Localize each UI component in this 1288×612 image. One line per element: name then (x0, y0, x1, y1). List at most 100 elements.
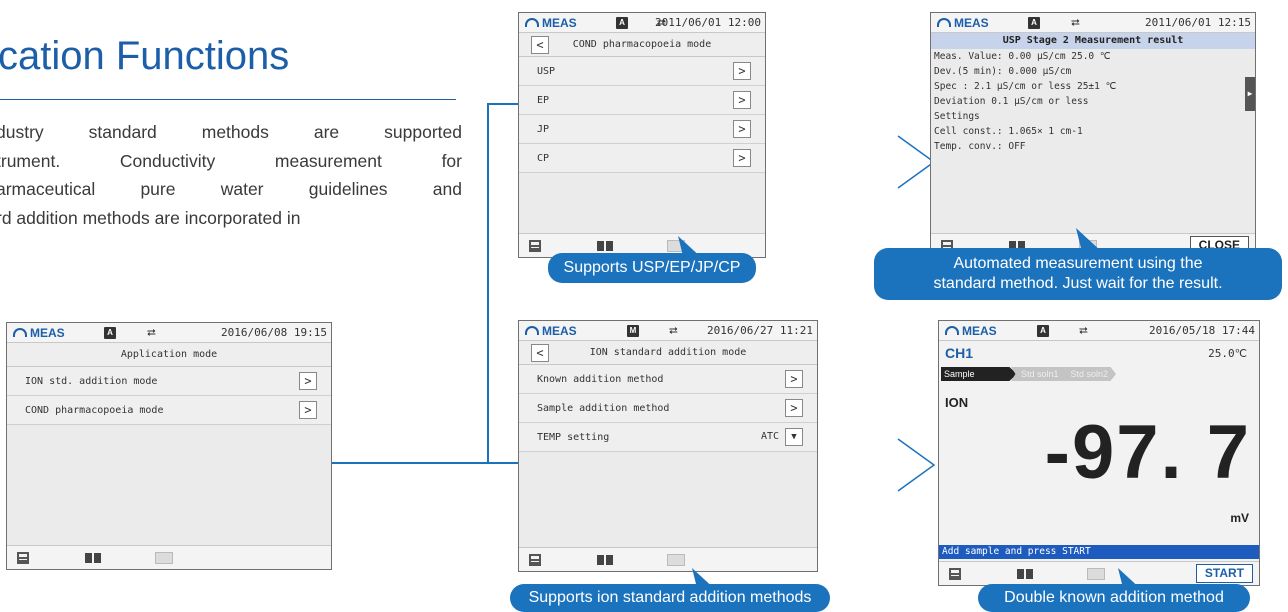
intro-paragraph: dustry standard methods are supported tr… (0, 118, 462, 232)
meas-indicator: MEAS (13, 326, 65, 340)
gauge-icon (525, 18, 539, 27)
screen-header: < ION standard addition mode (519, 341, 817, 365)
menu-item-cp[interactable]: CP > (519, 144, 765, 173)
datetime: 2016/06/27 11:21 (707, 324, 813, 337)
result-line-settings: Settings (934, 111, 980, 122)
callout-line: standard method. Just wait for the resul… (933, 275, 1223, 292)
menu-item-ep[interactable]: EP > (519, 86, 765, 115)
menu-item-label: ION std. addition mode (25, 375, 158, 387)
menu-item-temp-setting[interactable]: TEMP setting ATC ▼ (519, 423, 817, 452)
result-line-spec-deviation: Deviation 0.1 µS/cm or less (934, 96, 1089, 107)
measurement-value: -97. 7 (1044, 410, 1251, 495)
menu-item-label: EP (537, 94, 550, 106)
menu-item-sample-addition[interactable]: Sample addition method > (519, 394, 817, 423)
status-bar: MEAS A ⮂ 2011/06/01 12:15 (931, 13, 1255, 33)
list-icon[interactable] (529, 554, 541, 566)
menu-item-known-addition[interactable]: Known addition method > (519, 365, 817, 394)
cond-pharmacopoeia-screen: MEAS A ⮂ 2011/06/01 12:00 < COND pharmac… (518, 12, 766, 258)
datetime: 2016/05/18 17:44 (1149, 324, 1255, 337)
chevron-right-icon (897, 438, 936, 492)
status-bar: MEAS A ⮂ 2016/06/08 19:15 (7, 323, 331, 343)
dropdown-button[interactable]: ▼ (785, 428, 803, 446)
datetime: 2011/06/01 12:15 (1145, 16, 1251, 29)
arrow-button[interactable]: > (733, 149, 751, 167)
meas-label: MEAS (954, 15, 989, 30)
screen-header: < COND pharmacopoeia mode (519, 33, 765, 57)
bottom-bar: START (939, 561, 1259, 585)
callout-ion: Supports ion standard addition methods (510, 584, 830, 612)
menu-item-label: JP (537, 123, 550, 135)
result-line-spec: Spec : 2.1 µS/cm or less 25±1 ℃ (934, 81, 1117, 92)
list-icon[interactable] (529, 240, 541, 252)
intro-line: trument. Conductivity measurement for (0, 150, 462, 171)
step-sample: Sample (941, 367, 1017, 381)
menu-item-jp[interactable]: JP > (519, 115, 765, 144)
intro-line: armaceutical pure water guidelines and (0, 179, 462, 200)
gauge-icon (13, 328, 27, 337)
usb-icon: ⮂ (147, 326, 156, 339)
arrow-button[interactable]: > (785, 370, 803, 388)
menu-item-cond-pharmacopoeia[interactable]: COND pharmacopoeia mode > (7, 396, 331, 425)
lock-icon: A (616, 17, 628, 29)
disabled-icon (667, 554, 685, 566)
screen-header: Application mode (7, 343, 331, 367)
gauge-icon (525, 326, 539, 335)
menu-item-label: COND pharmacopoeia mode (25, 404, 164, 416)
header-label: ION standard addition mode (589, 347, 747, 358)
meas-indicator: MEAS (937, 16, 989, 30)
title-divider (0, 99, 456, 100)
status-bar: MEAS A ⮂ 2011/06/01 12:00 (519, 13, 765, 33)
temp-value: ATC (760, 431, 779, 442)
gauge-icon (937, 18, 951, 27)
step-std-soln2: Std soln2 (1060, 367, 1117, 381)
book-icon[interactable] (597, 241, 613, 251)
list-icon[interactable] (949, 568, 961, 580)
book-icon[interactable] (1017, 569, 1033, 579)
menu-item-label: USP (537, 65, 556, 77)
result-line-deviation: Dev.(5 min): 0.000 µS/cm (934, 66, 1072, 77)
menu-item-label: Known addition method (537, 373, 664, 385)
arrow-button[interactable]: > (733, 91, 751, 109)
menu-item-label: Sample addition method (537, 402, 670, 414)
meas-label: MEAS (542, 15, 577, 30)
unit-label: mV (1230, 511, 1249, 525)
list-icon[interactable] (17, 552, 29, 564)
back-button[interactable]: < (531, 36, 549, 54)
channel-label: CH1 (945, 345, 974, 361)
intro-line: rd addition methods are incorporated in (0, 207, 301, 228)
menu-item-usp[interactable]: USP > (519, 57, 765, 86)
lock-icon: M (627, 325, 639, 337)
arrow-button[interactable]: > (733, 120, 751, 138)
arrow-button[interactable]: > (785, 399, 803, 417)
result-line-meas-value: Meas. Value: 0.00 µS/cm 25.0 ℃ (934, 51, 1111, 62)
step-std-soln1: Std soln1 (1011, 367, 1067, 381)
callout-usp: Supports USP/EP/JP/CP (548, 253, 756, 283)
status-bar: MEAS M ⮂ 2016/06/27 11:21 (519, 321, 817, 341)
step-indicator: Sample Std soln1 Std soln2 (941, 367, 1117, 381)
callout-automated: Automated measurement using the standard… (874, 248, 1282, 300)
lock-icon: A (1037, 325, 1049, 337)
callout-double: Double known addition method (978, 584, 1250, 612)
meas-label: MEAS (30, 325, 65, 340)
connector-horizontal (330, 462, 520, 464)
lock-icon: A (1028, 17, 1040, 29)
back-button[interactable]: < (531, 344, 549, 362)
page-right-icon[interactable]: ▶ (1245, 77, 1255, 111)
ion-measurement-screen: MEAS A ⮂ 2016/05/18 17:44 CH1 25.0℃ Samp… (938, 320, 1260, 586)
bottom-bar (7, 545, 331, 569)
callout-line: Automated measurement using the (953, 255, 1203, 272)
meas-indicator: MEAS (525, 16, 577, 30)
book-icon[interactable] (597, 555, 613, 565)
book-icon[interactable] (85, 553, 101, 563)
meas-label: MEAS (542, 323, 577, 338)
arrow-button[interactable]: > (733, 62, 751, 80)
result-title: USP Stage 2 Measurement result (931, 33, 1255, 49)
usb-icon: ⮂ (1079, 324, 1088, 337)
start-button[interactable]: START (1195, 564, 1253, 583)
header-label: COND pharmacopoeia mode (572, 39, 712, 50)
header-label: Application mode (120, 349, 218, 360)
lock-icon: A (104, 327, 116, 339)
arrow-button[interactable]: > (299, 372, 317, 390)
arrow-button[interactable]: > (299, 401, 317, 419)
menu-item-ion-std-addition[interactable]: ION std. addition mode > (7, 367, 331, 396)
